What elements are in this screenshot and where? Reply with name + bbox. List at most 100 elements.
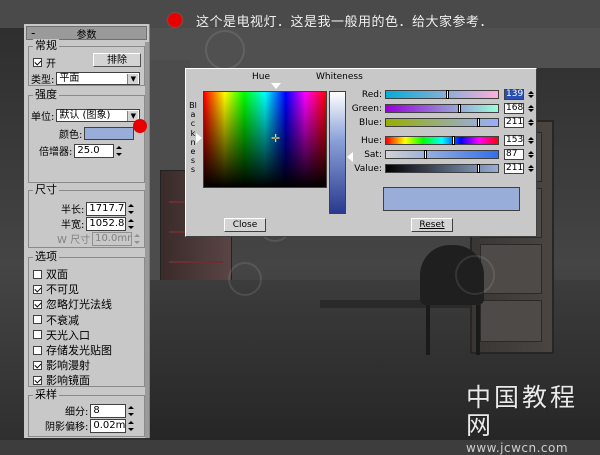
red-marker-dot <box>168 13 182 27</box>
color-swatch[interactable] <box>84 127 135 140</box>
multiplier-field[interactable]: 25.0 <box>74 143 115 158</box>
slider-thumb[interactable] <box>458 104 462 113</box>
parameters-rollout-header[interactable]: - 参数 <box>26 26 147 41</box>
color-slider-row: Sat: 87 <box>338 149 534 160</box>
sampling-group: 采样 细分: 8 阴影偏移: 0.02mm <box>28 388 145 437</box>
slider-thumb[interactable] <box>452 136 455 145</box>
close-button[interactable]: Close <box>224 218 266 232</box>
option-row[interactable]: 不衰减 <box>33 312 79 328</box>
option-label: 不可见 <box>46 283 79 297</box>
current-color-swatch <box>383 187 520 211</box>
option-checkbox[interactable] <box>33 360 42 370</box>
option-label: 影响漫射 <box>46 359 90 373</box>
units-dropdown[interactable]: 默认 (图象) ▼ <box>56 109 141 122</box>
type-dropdown[interactable]: 平面 ▼ <box>56 72 141 85</box>
size-group-title: 尺寸 <box>33 183 59 197</box>
options-group-title: 选项 <box>33 250 59 264</box>
option-row[interactable]: 不可见 <box>33 281 79 297</box>
general-group-title: 常规 <box>33 39 59 53</box>
hue-label: Hue <box>252 72 271 82</box>
type-value: 平面 <box>59 73 80 84</box>
multiplier-spinner[interactable] <box>115 144 123 158</box>
whiteness-label: Whiteness <box>316 72 363 82</box>
slider-label: Red: <box>361 89 382 100</box>
chevron-down-icon: ▼ <box>127 74 139 84</box>
half-length-spinner[interactable] <box>127 202 135 216</box>
half-length-field[interactable]: 1717.758 <box>86 201 127 216</box>
option-label: 不衰减 <box>46 313 79 327</box>
logo-name: 中国教程网 <box>466 383 579 440</box>
blackness-pointer-icon[interactable] <box>196 133 202 143</box>
slider-spinner[interactable] <box>527 163 534 174</box>
reset-button[interactable]: Reset <box>411 218 453 232</box>
color-slider-row: Blue: 211 <box>338 117 534 128</box>
option-row[interactable]: 影响漫射 <box>33 357 90 373</box>
subdivs-field[interactable]: 8 <box>90 403 127 418</box>
color-slider-row: Red: 139 <box>338 89 534 100</box>
slider-spinner[interactable] <box>527 117 534 128</box>
slider-value-field[interactable]: 211 <box>504 117 524 128</box>
parameters-panel: - 参数 常规 开 排除 类型: 平面 ▼ 强度 单位: 默认 (图象) ▼ 颜… <box>24 24 150 438</box>
on-checkbox[interactable] <box>33 58 42 67</box>
slider-value-field[interactable]: 139 <box>504 89 524 100</box>
slider-spinner[interactable] <box>527 135 534 146</box>
half-width-spinner[interactable] <box>127 217 135 231</box>
slider-value-field[interactable]: 168 <box>504 103 524 114</box>
w-size-field: 10.0mm <box>92 231 133 246</box>
shadow-bias-field[interactable]: 0.02mm <box>90 418 127 433</box>
color-slider-row: Hue: 153 <box>338 135 534 146</box>
color-slider[interactable] <box>385 90 499 99</box>
option-checkbox[interactable] <box>33 345 42 355</box>
annotation-note: 这个是电视灯．这是我一般用的色．给大家参考． <box>168 8 493 32</box>
hue-pointer-icon[interactable] <box>271 83 281 89</box>
shadow-bias-label: 阴影偏移: <box>45 422 89 433</box>
slider-spinner[interactable] <box>527 149 534 160</box>
collapse-icon: - <box>31 26 36 40</box>
watermark-circle <box>228 262 262 296</box>
option-checkbox[interactable] <box>33 330 42 340</box>
option-label: 影响镜面 <box>46 374 90 388</box>
option-row[interactable]: 存储发光贴图 <box>33 342 112 358</box>
option-row[interactable]: 天光入口 <box>33 327 90 343</box>
slider-value-field[interactable]: 87 <box>504 149 524 160</box>
slider-label: Green: <box>351 103 382 114</box>
slider-label: Hue: <box>360 135 382 146</box>
color-slider[interactable] <box>385 104 499 113</box>
panel-scrollbar[interactable] <box>145 42 149 438</box>
units-label: 单位: <box>31 112 55 123</box>
color-slider[interactable] <box>385 118 499 127</box>
slider-thumb[interactable] <box>476 164 480 173</box>
option-checkbox[interactable] <box>33 299 42 309</box>
multiplier-label: 倍增器: <box>39 147 73 158</box>
annotation-text: 这个是电视灯．这是我一般用的色．给大家参考． <box>196 14 494 30</box>
slider-value-field[interactable]: 211 <box>504 163 524 174</box>
slider-thumb[interactable] <box>476 118 480 127</box>
half-width-field[interactable]: 1052.819 <box>86 216 127 231</box>
type-label: 类型: <box>31 75 55 86</box>
color-slider[interactable] <box>385 136 499 145</box>
option-checkbox[interactable] <box>33 375 42 385</box>
slider-thumb[interactable] <box>423 150 427 159</box>
slider-spinner[interactable] <box>527 89 534 100</box>
shadow-bias-spinner[interactable] <box>127 419 135 433</box>
slider-label: Value: <box>354 163 382 174</box>
option-row[interactable]: 忽略灯光法线 <box>33 296 112 312</box>
slider-spinner[interactable] <box>527 103 534 114</box>
color-slider[interactable] <box>385 150 499 159</box>
half-width-label: 半宽: <box>61 220 85 231</box>
exclude-button[interactable]: 排除 <box>93 53 141 67</box>
option-label: 存储发光贴图 <box>46 344 112 357</box>
slider-label: Sat: <box>364 149 382 160</box>
slider-value-field[interactable]: 153 <box>504 135 524 146</box>
option-checkbox[interactable] <box>33 269 42 279</box>
option-checkbox[interactable] <box>33 284 42 294</box>
option-row[interactable]: 双面 <box>33 266 68 282</box>
color-selector-dialog: Hue Whiteness Blackness ✛ Red: 139 Green: 1… <box>185 68 537 237</box>
hue-blackness-picker[interactable]: ✛ <box>203 91 327 188</box>
sampling-group-title: 采样 <box>33 388 59 402</box>
option-row[interactable]: 影响镜面 <box>33 372 90 388</box>
color-slider[interactable] <box>385 164 499 173</box>
slider-thumb[interactable] <box>445 90 449 99</box>
option-checkbox[interactable] <box>33 315 42 325</box>
subdivs-spinner[interactable] <box>127 404 135 418</box>
